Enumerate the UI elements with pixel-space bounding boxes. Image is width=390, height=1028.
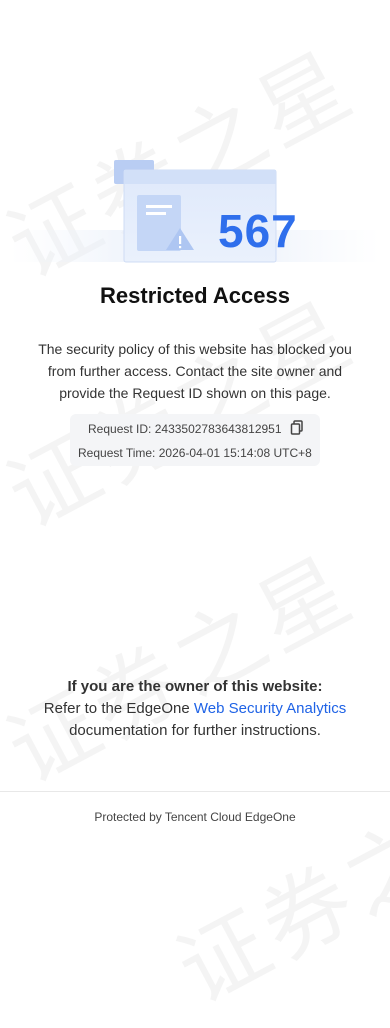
footer-divider [0,791,390,792]
request-info-box: Request ID: 2433502783643812951 Request … [70,414,320,466]
owner-prefix: Refer to the EdgeOne [43,700,190,717]
request-id-row: Request ID: 2433502783643812951 [88,422,282,436]
copy-icon[interactable] [290,420,304,436]
request-time-label: Request Time: [78,446,156,460]
owner-heading: If you are the owner of this website: [67,678,323,695]
page-title: Restricted Access [100,283,290,308]
watermark: 证券之星 [152,739,390,1028]
footer-text: Protected by Tencent Cloud EdgeOne [94,810,296,824]
browser-window-illustration [10,160,380,263]
request-id-label: Request ID: [88,422,152,436]
owner-line: Refer to the EdgeOne Web Security Analyt… [0,698,390,720]
web-security-analytics-link[interactable]: Web Security Analytics [194,700,346,717]
request-id-value: 2433502783643812951 [154,422,282,436]
error-code: 567 [218,205,298,257]
request-time-row: Request Time: 2026-04-01 15:14:08 UTC+8 [78,446,312,460]
owner-suffix: documentation for further instructions. [69,722,321,739]
owner-instructions: If you are the owner of this website: Re… [0,676,390,742]
error-description: The security policy of this website has … [38,341,352,401]
request-time-value: 2026-04-01 15:14:08 UTC+8 [158,446,312,460]
watermark: 证券之星 [0,519,374,808]
